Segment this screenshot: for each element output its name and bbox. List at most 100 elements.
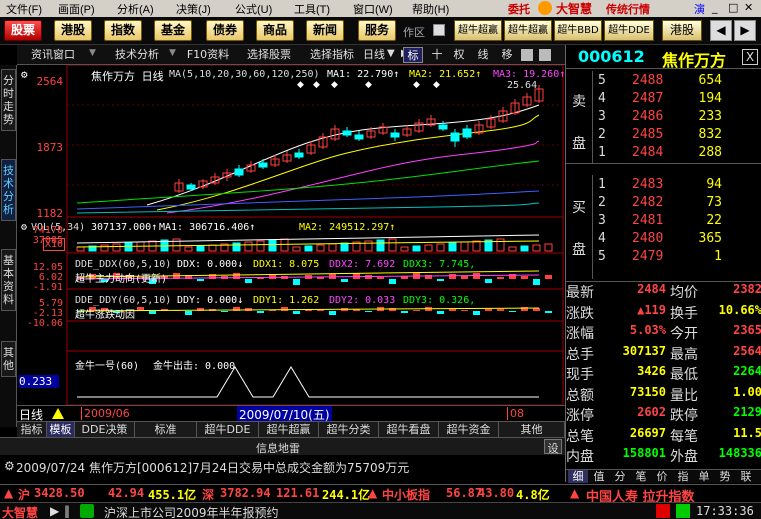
quote-tab[interactable]: 分 (610, 470, 630, 483)
status-alert-icon[interactable] (656, 504, 670, 518)
status-flag-icon[interactable] (80, 504, 94, 518)
tab-info-window[interactable]: 资讯窗口 (21, 47, 85, 63)
toolbar-right-icon[interactable]: ▶ (734, 20, 756, 41)
menu-file[interactable]: 文件(F) (6, 1, 42, 17)
close-icon[interactable]: ✕ (744, 1, 753, 14)
super-win-button-2[interactable]: 超牛超赢 (504, 20, 552, 41)
volume-bar (544, 243, 553, 252)
btab-super-dde[interactable]: 超牛DDE (197, 422, 259, 438)
fund-button[interactable]: 基金 (154, 20, 192, 41)
btab-super-fund[interactable]: 超牛资金 (439, 422, 499, 438)
news-button[interactable]: 新闻 (306, 20, 344, 41)
sidebar-tab-other[interactable]: 其他 (1, 341, 16, 377)
tab-mark[interactable]: 标 (403, 47, 423, 63)
index-button[interactable]: 指数 (104, 20, 142, 41)
sell-level-row[interactable]: 2 2485 832 (566, 127, 761, 145)
tab-select-indicator[interactable]: 选择指标 (301, 47, 363, 63)
sidebar-tab-intraday[interactable]: 分时走势 (1, 69, 16, 131)
status-connect-icon[interactable] (676, 504, 690, 518)
dropdown-icon[interactable]: ▼ (387, 48, 395, 59)
menu-decision[interactable]: 决策(J) (176, 1, 211, 17)
btab-template[interactable]: 模板 (47, 422, 75, 438)
kline-svg[interactable]: ◆ ◆ ◆ ◆ ◆ ◆ (17, 65, 565, 405)
tab-rights[interactable]: 权 (449, 47, 469, 63)
stock-button[interactable]: 股票 (4, 20, 42, 41)
tab-crosshair[interactable]: 十 (427, 47, 447, 63)
status-pause-icon[interactable]: ‖ (64, 504, 70, 518)
sell-level-row[interactable]: 5 2488 654 (566, 73, 761, 91)
quote-tab[interactable]: 势 (715, 470, 735, 483)
quote-stat-row: 总额 73150 量比 1.00 (566, 385, 761, 405)
settings-button[interactable]: 设 (544, 439, 562, 455)
dropdown-icon[interactable]: ▼ (89, 48, 96, 58)
tab-f10[interactable]: F10资料 (179, 47, 237, 63)
status-play-icon[interactable]: ▶ (50, 504, 59, 518)
buy-level-row[interactable]: 4 2480 365 (566, 231, 761, 249)
quote-tab[interactable]: 联 (736, 470, 756, 483)
window-view-icon[interactable] (539, 49, 551, 61)
sell-level-row[interactable]: 4 2487 194 (566, 91, 761, 109)
super-win-button-1[interactable]: 超牛超赢 (454, 20, 502, 41)
service-button[interactable]: 服务 (358, 20, 396, 41)
btab-indicator[interactable]: 指标 (17, 422, 47, 438)
tab-tech-analysis[interactable]: 技术分析 (105, 47, 169, 63)
sidebar-tab-fundamental[interactable]: 基本资料 (1, 249, 16, 311)
tab-move[interactable]: 移 (497, 47, 517, 63)
ticker-sz-index[interactable]: 3782.94 (220, 486, 271, 500)
menu-formula[interactable]: 公式(U) (235, 1, 272, 17)
btab-super-class[interactable]: 超牛分类 (319, 422, 379, 438)
sell-level-row[interactable]: 1 2484 288 (566, 145, 761, 163)
kline-chart-area[interactable]: ◆ ◆ ◆ ◆ ◆ ◆ ⚙ 焦作万方 日线 MA(5,10,20,30,60,120,25… (17, 65, 565, 405)
candle-body (342, 130, 352, 136)
ticker-zx-index[interactable]: 56.87 (446, 486, 482, 500)
period-warning-icon[interactable] (51, 407, 65, 420)
news-text[interactable]: 2009/07/24 焦作万方[000612]7月24日交易中总成交金额为757… (16, 459, 562, 476)
quote-tab[interactable]: 细 (568, 470, 588, 483)
ticker-zx-amount: 43.80 (478, 486, 515, 500)
buy-level-row[interactable]: 1 2483 94 (566, 177, 761, 195)
buy-level-row[interactable]: 2 2482 73 (566, 195, 761, 213)
ticker-sh-index[interactable]: 3428.50 (34, 486, 85, 500)
tab-day-line[interactable]: 日线 (363, 47, 385, 63)
minimize-icon[interactable]: _ (712, 1, 718, 14)
news-line[interactable]: ⚙ 2009/07/24 焦作万方[000612]7月24日交易中总成交金额为7… (0, 456, 565, 480)
entrust-button[interactable]: 委托 (508, 1, 530, 17)
sell-level-row[interactable]: 3 2486 233 (566, 109, 761, 127)
grid-view-icon[interactable] (521, 49, 533, 61)
menu-window[interactable]: 窗口(W) (353, 1, 393, 17)
ddy-bar (317, 310, 324, 311)
buy-level-row[interactable]: 3 2481 22 (566, 213, 761, 231)
quote-tab[interactable]: 指 (673, 470, 693, 483)
tab-line[interactable]: 线 (473, 47, 493, 63)
close-quote-button[interactable]: X (742, 49, 758, 65)
super-dde-button[interactable]: 超牛DDE (604, 20, 654, 41)
hk-shortcut-button[interactable]: 港股 (662, 20, 702, 41)
btab-super-watch[interactable]: 超牛看盘 (379, 422, 439, 438)
super-bbd-button[interactable]: 超牛BBD (554, 20, 602, 41)
quote-detail-tabs: 细值分笔价指单势联 (566, 469, 761, 483)
buy-level-row[interactable]: 5 2479 1 (566, 249, 761, 267)
sell-volume: 654 (698, 73, 722, 88)
btab-super-win[interactable]: 超牛超赢 (259, 422, 319, 438)
menu-analysis[interactable]: 分析(A) (117, 1, 154, 17)
zone-grid-icon[interactable] (433, 24, 445, 36)
menu-screen[interactable]: 画面(P) (58, 1, 95, 17)
quote-tab[interactable]: 单 (694, 470, 714, 483)
btab-standard[interactable]: 标准 (135, 422, 197, 438)
btab-dde-decision[interactable]: DDE决策 (75, 422, 135, 438)
sidebar-tab-technical[interactable]: 技术分析 (1, 159, 16, 221)
menu-tools[interactable]: 工具(T) (294, 1, 330, 17)
toolbar-left-icon[interactable]: ◀ (710, 20, 732, 41)
dropdown-icon[interactable]: ▼ (169, 48, 176, 58)
goods-button[interactable]: 商品 (256, 20, 294, 41)
quote-tab[interactable]: 值 (589, 470, 609, 483)
bond-button[interactable]: 债券 (206, 20, 244, 41)
quote-tab[interactable]: 价 (652, 470, 672, 483)
status-scroll-text[interactable]: 沪深上市公司2009年半年报预约 (104, 504, 324, 519)
menu-help[interactable]: 帮助(H) (412, 1, 449, 17)
restore-icon[interactable]: □ (728, 1, 738, 14)
quote-tab[interactable]: 笔 (631, 470, 651, 483)
tab-select-stock[interactable]: 选择股票 (239, 47, 299, 63)
btab-other[interactable]: 其他 (499, 422, 565, 438)
hk-button[interactable]: 港股 (54, 20, 92, 41)
